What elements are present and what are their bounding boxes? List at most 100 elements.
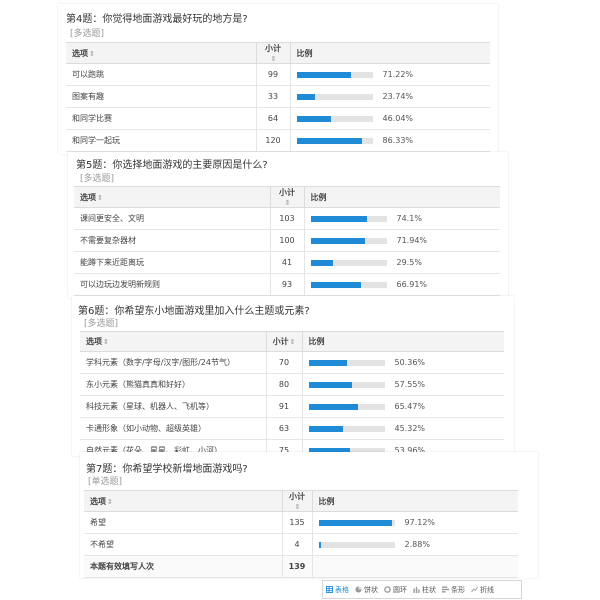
table-header: 选项⇕ 小计⇕ 比例 xyxy=(74,186,500,208)
count-cell: 91 xyxy=(265,395,302,418)
percent-label: 2.88% xyxy=(404,540,430,549)
table-icon xyxy=(326,586,333,593)
count-cell: 80 xyxy=(265,373,302,396)
sort-icon[interactable]: ⇕ xyxy=(271,55,277,63)
option-cell: 图案有趣 xyxy=(66,85,256,108)
percent-label: 74.1% xyxy=(396,214,422,223)
progress-fill xyxy=(310,237,366,244)
progress-fill xyxy=(318,541,321,548)
percent-label: 97.12% xyxy=(404,518,436,527)
ratio-cell: 71.22% xyxy=(289,63,490,86)
question-5-panel: 第5题：你选择地面游戏的主要原因是什么? [多选题] 选项⇕ 小计⇕ 比例 课间… xyxy=(68,152,508,298)
count-cell: 70 xyxy=(265,351,302,374)
pie-icon xyxy=(355,586,362,593)
progress-fill xyxy=(296,93,315,100)
tab-donut[interactable]: 圆环 xyxy=(381,581,410,598)
tab-label: 折线 xyxy=(480,585,494,594)
ratio-cell: 23.74% xyxy=(289,85,490,108)
option-header[interactable]: 选项⇕ xyxy=(66,42,256,64)
progress-bar xyxy=(296,93,373,100)
total-ratio-cell xyxy=(311,555,518,578)
option-cell: 希望 xyxy=(84,511,282,534)
tab-pie[interactable]: 饼状 xyxy=(352,581,381,598)
option-cell: 不需要复杂器材 xyxy=(74,229,270,252)
table-row: 不需要复杂器材 100 71.94% xyxy=(74,229,500,252)
count-cell: 99 xyxy=(255,63,290,86)
tab-label: 圆环 xyxy=(393,585,407,594)
total-row: 本题有效填写人次 139 xyxy=(84,555,518,578)
tab-bar[interactable]: 条形 xyxy=(439,581,468,598)
progress-fill xyxy=(318,519,393,526)
total-label: 本题有效填写人次 xyxy=(84,555,282,578)
question-4-panel: 第4题：你觉得地面游戏最好玩的地方是? [多选题] 选项⇕ 小计⇕ 比例 可以跑… xyxy=(58,4,498,154)
progress-fill xyxy=(310,281,362,288)
total-count: 139 xyxy=(281,555,312,578)
question-title: 第6题：你希望东小地面游戏里加入什么主题或元素? xyxy=(78,306,310,317)
progress-bar xyxy=(308,359,385,366)
progress-bar xyxy=(296,71,373,78)
table-row: 不希望 4 2.88% xyxy=(84,533,518,556)
question-title: 第5题：你选择地面游戏的主要原因是什么? xyxy=(76,160,268,171)
question-type: [多选题] xyxy=(70,29,105,39)
count-cell: 100 xyxy=(269,229,304,252)
progress-bar xyxy=(310,281,387,288)
count-header[interactable]: 小计⇕ xyxy=(269,186,304,208)
bar-icon xyxy=(442,586,449,593)
option-cell: 和同学比赛 xyxy=(66,107,256,130)
count-cell: 120 xyxy=(255,129,290,152)
sort-icon[interactable]: ⇕ xyxy=(107,498,113,506)
count-header[interactable]: 小计⇕ xyxy=(281,490,312,512)
question-title: 第7题：你希望学校新增地面游戏吗? xyxy=(86,464,248,475)
donut-icon xyxy=(384,586,391,593)
percent-label: 66.91% xyxy=(396,280,428,289)
progress-fill xyxy=(308,381,353,388)
sort-icon[interactable]: ⇕ xyxy=(295,503,301,511)
table-row: 可以边玩边发明新规则 93 66.91% xyxy=(74,273,500,296)
progress-fill xyxy=(308,403,359,410)
ratio-cell: 86.33% xyxy=(289,129,490,152)
option-cell: 不希望 xyxy=(84,533,282,556)
progress-bar xyxy=(296,137,373,144)
percent-label: 57.55% xyxy=(394,380,426,389)
sort-icon[interactable]: ⇕ xyxy=(97,194,103,202)
question-6-panel: 第6题：你希望东小地面游戏里加入什么主题或元素? [多选题] 选项⇕ 小计⇕ 比… xyxy=(72,296,514,462)
ratio-cell: 2.88% xyxy=(311,533,518,556)
count-cell: 63 xyxy=(265,417,302,440)
sort-icon[interactable]: ⇕ xyxy=(285,199,291,207)
option-header[interactable]: 选项⇕ xyxy=(74,186,270,208)
progress-fill xyxy=(310,215,367,222)
results-table: 选项⇕ 小计⇕ 比例 希望 135 97.12% 不希望 4 2.88% 本题有效填写人次 1… xyxy=(84,490,518,578)
ratio-cell: 71.94% xyxy=(303,229,500,252)
table-row: 和同学一起玩 120 86.33% xyxy=(66,129,490,152)
tab-column[interactable]: 柱状 xyxy=(410,581,439,598)
percent-label: 65.47% xyxy=(394,402,426,411)
count-header[interactable]: 小计⇕ xyxy=(255,42,290,64)
ratio-header: 比例 xyxy=(311,490,518,512)
percent-label: 29.5% xyxy=(396,258,422,267)
sort-icon[interactable]: ⇕ xyxy=(103,338,109,346)
count-cell: 93 xyxy=(269,273,304,296)
question-type: [多选题] xyxy=(84,319,119,329)
table-row: 课间更安全、文明 103 74.1% xyxy=(74,207,500,230)
ratio-header: 比例 xyxy=(301,331,504,352)
option-header[interactable]: 选项⇕ xyxy=(84,490,282,512)
tab-line[interactable]: 折线 xyxy=(468,581,497,598)
ratio-header: 比例 xyxy=(303,186,500,208)
ratio-cell: 29.5% xyxy=(303,251,500,274)
count-cell: 64 xyxy=(255,107,290,130)
results-table: 选项⇕ 小计⇕ 比例 学科元素（数字/字母/汉字/图形/24节气） 70 50.36… xyxy=(80,331,504,462)
ratio-cell: 97.12% xyxy=(311,511,518,534)
table-header: 选项⇕ 小计⇕ 比例 xyxy=(66,42,490,64)
table-header: 选项⇕ 小计⇕ 比例 xyxy=(80,331,504,352)
option-header[interactable]: 选项⇕ xyxy=(80,331,266,352)
tab-table[interactable]: 表格 xyxy=(323,581,352,598)
ratio-header: 比例 xyxy=(289,42,490,64)
table-row: 可以跑跳 99 71.22% xyxy=(66,63,490,86)
count-cell: 135 xyxy=(281,511,312,534)
count-header[interactable]: 小计⇕ xyxy=(265,331,302,352)
ratio-cell: 66.91% xyxy=(303,273,500,296)
line-icon xyxy=(471,586,478,593)
sort-icon[interactable]: ⇕ xyxy=(290,338,296,346)
sort-icon[interactable]: ⇕ xyxy=(89,50,95,58)
percent-label: 23.74% xyxy=(382,92,414,101)
